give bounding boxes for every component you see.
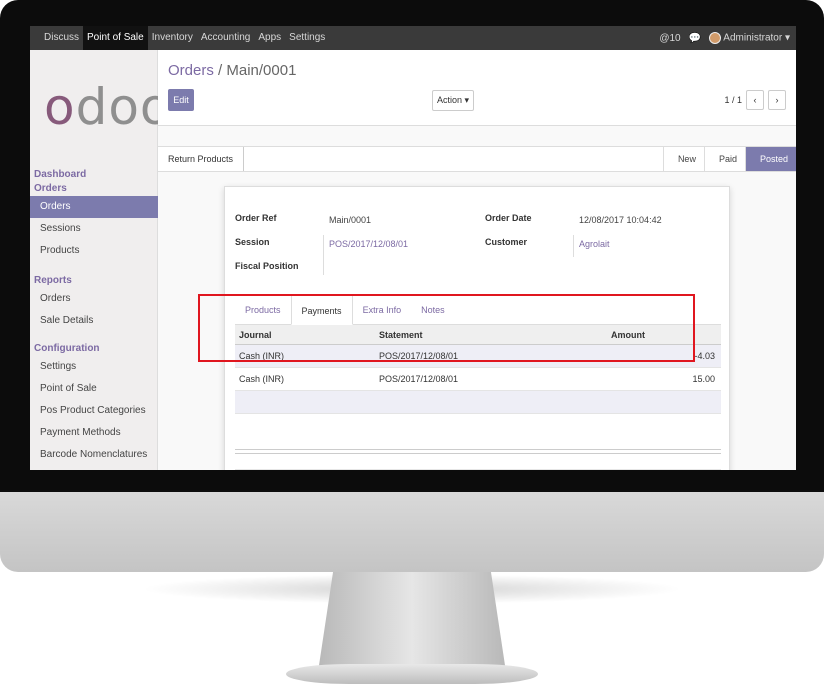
field-divider-right <box>573 235 574 257</box>
order-date-value: 12/08/2017 10:04:42 <box>579 215 662 225</box>
menu-discuss[interactable]: Discuss <box>40 26 83 50</box>
cell-amount: 15.00 <box>692 374 715 384</box>
sidebar: odoo Dashboard Orders Orders Sessions Pr… <box>30 50 171 470</box>
menu-settings[interactable]: Settings <box>285 26 329 50</box>
stage-posted[interactable]: Posted <box>744 147 796 171</box>
main-content: Orders / Main/0001 Edit Action ▾ 1 / 1 ‹… <box>158 50 796 470</box>
session-label: Session <box>235 237 270 247</box>
sidebar-item-payment-methods[interactable]: Payment Methods <box>30 422 158 444</box>
table-row-empty <box>235 391 721 414</box>
pager-next-button[interactable]: › <box>768 90 786 110</box>
breadcrumb: Orders / Main/0001 <box>168 62 296 79</box>
field-divider <box>323 235 324 275</box>
stage-new[interactable]: New <box>662 147 704 171</box>
sidebar-item-orders[interactable]: Orders <box>30 196 158 218</box>
topbar-right: @10 💬 Administrator ▾ <box>659 26 790 50</box>
user-name: Administrator <box>723 32 783 44</box>
order-date-label: Order Date <box>485 213 532 223</box>
pager-previous-button[interactable]: ‹ <box>746 90 764 110</box>
customer-label: Customer <box>485 237 528 247</box>
table-footer-line <box>235 449 721 450</box>
sidebar-head-dashboard[interactable]: Dashboard <box>30 168 158 182</box>
session-link[interactable]: POS/2017/12/08/01 <box>329 239 408 249</box>
monitor-stand-base <box>286 664 538 684</box>
breadcrumb-separator: / <box>213 62 227 79</box>
top-navbar: Discuss Point of Sale Inventory Accounti… <box>30 26 796 50</box>
table-row[interactable]: Cash (INR) POS/2017/12/08/01 15.00 <box>235 368 721 391</box>
at-icon: @ <box>659 32 670 44</box>
sidebar-head-orders: Orders <box>34 183 67 194</box>
sidebar-item-barcode-nomenclatures[interactable]: Barcode Nomenclatures <box>30 444 158 466</box>
app-menu: Discuss Point of Sale Inventory Accounti… <box>30 26 329 50</box>
cell-amount: -4.03 <box>694 351 715 361</box>
sidebar-section-dashboard: Dashboard <box>30 168 158 182</box>
fiscal-position-label: Fiscal Position <box>235 261 299 271</box>
sidebar-head-configuration: Configuration <box>34 343 100 354</box>
sidebar-item-settings[interactable]: Settings <box>30 356 158 378</box>
breadcrumb-orders[interactable]: Orders <box>168 62 214 79</box>
cell-statement: POS/2017/12/08/01 <box>379 374 459 384</box>
menu-inventory[interactable]: Inventory <box>148 26 197 50</box>
notification-count: 10 <box>669 32 681 44</box>
caret-down-icon: ▾ <box>784 32 790 44</box>
menu-accounting[interactable]: Accounting <box>197 26 254 50</box>
edit-button[interactable]: Edit <box>168 89 194 111</box>
activity-indicator[interactable]: @10 <box>659 33 680 44</box>
sidebar-section-reports: Reports Orders Sale Details <box>30 274 158 332</box>
pager: 1 / 1 ‹ › <box>724 90 786 110</box>
order-ref-value: Main/0001 <box>329 215 372 225</box>
sidebar-section-orders: Orders Orders Sessions Products <box>30 182 158 262</box>
sidebar-head-reports: Reports <box>34 275 72 286</box>
user-menu[interactable]: Administrator ▾ <box>709 32 790 44</box>
control-panel: Orders / Main/0001 Edit Action ▾ 1 / 1 ‹… <box>158 50 796 126</box>
menu-apps[interactable]: Apps <box>254 26 285 50</box>
menu-point-of-sale[interactable]: Point of Sale <box>83 26 148 50</box>
odoo-logo[interactable]: odoo <box>44 78 172 136</box>
highlight-box <box>198 294 695 362</box>
monitor-stand-neck <box>318 572 506 672</box>
avatar <box>709 32 722 44</box>
sidebar-item-report-orders[interactable]: Orders <box>30 288 158 310</box>
status-bar: Return Products New Paid Posted <box>158 146 796 172</box>
order-ref-label: Order Ref <box>235 213 277 223</box>
screen: Discuss Point of Sale Inventory Accounti… <box>30 26 796 470</box>
sidebar-item-point-of-sale[interactable]: Point of Sale <box>30 378 158 400</box>
breadcrumb-current: Main/0001 <box>226 62 297 79</box>
sidebar-section-configuration: Configuration Settings Point of Sale Pos… <box>30 342 158 466</box>
stage-pipeline: New Paid Posted <box>662 147 796 171</box>
sidebar-item-sessions[interactable]: Sessions <box>30 218 158 240</box>
chat-icon[interactable]: 💬 <box>689 33 701 44</box>
sidebar-item-sale-details[interactable]: Sale Details <box>30 310 158 332</box>
sidebar-item-pos-product-categories[interactable]: Pos Product Categories <box>30 400 158 422</box>
sidebar-item-products[interactable]: Products <box>30 240 158 262</box>
action-dropdown[interactable]: Action ▾ <box>432 90 474 111</box>
pager-value: 1 / 1 <box>724 95 742 105</box>
cell-journal: Cash (INR) <box>239 374 285 384</box>
table-footer-line <box>235 469 721 470</box>
return-products-button[interactable]: Return Products <box>158 147 245 171</box>
stage-paid[interactable]: Paid <box>703 147 745 171</box>
table-footer-line <box>235 453 721 454</box>
customer-link[interactable]: Agrolait <box>579 239 610 249</box>
monitor-chin <box>0 492 824 572</box>
